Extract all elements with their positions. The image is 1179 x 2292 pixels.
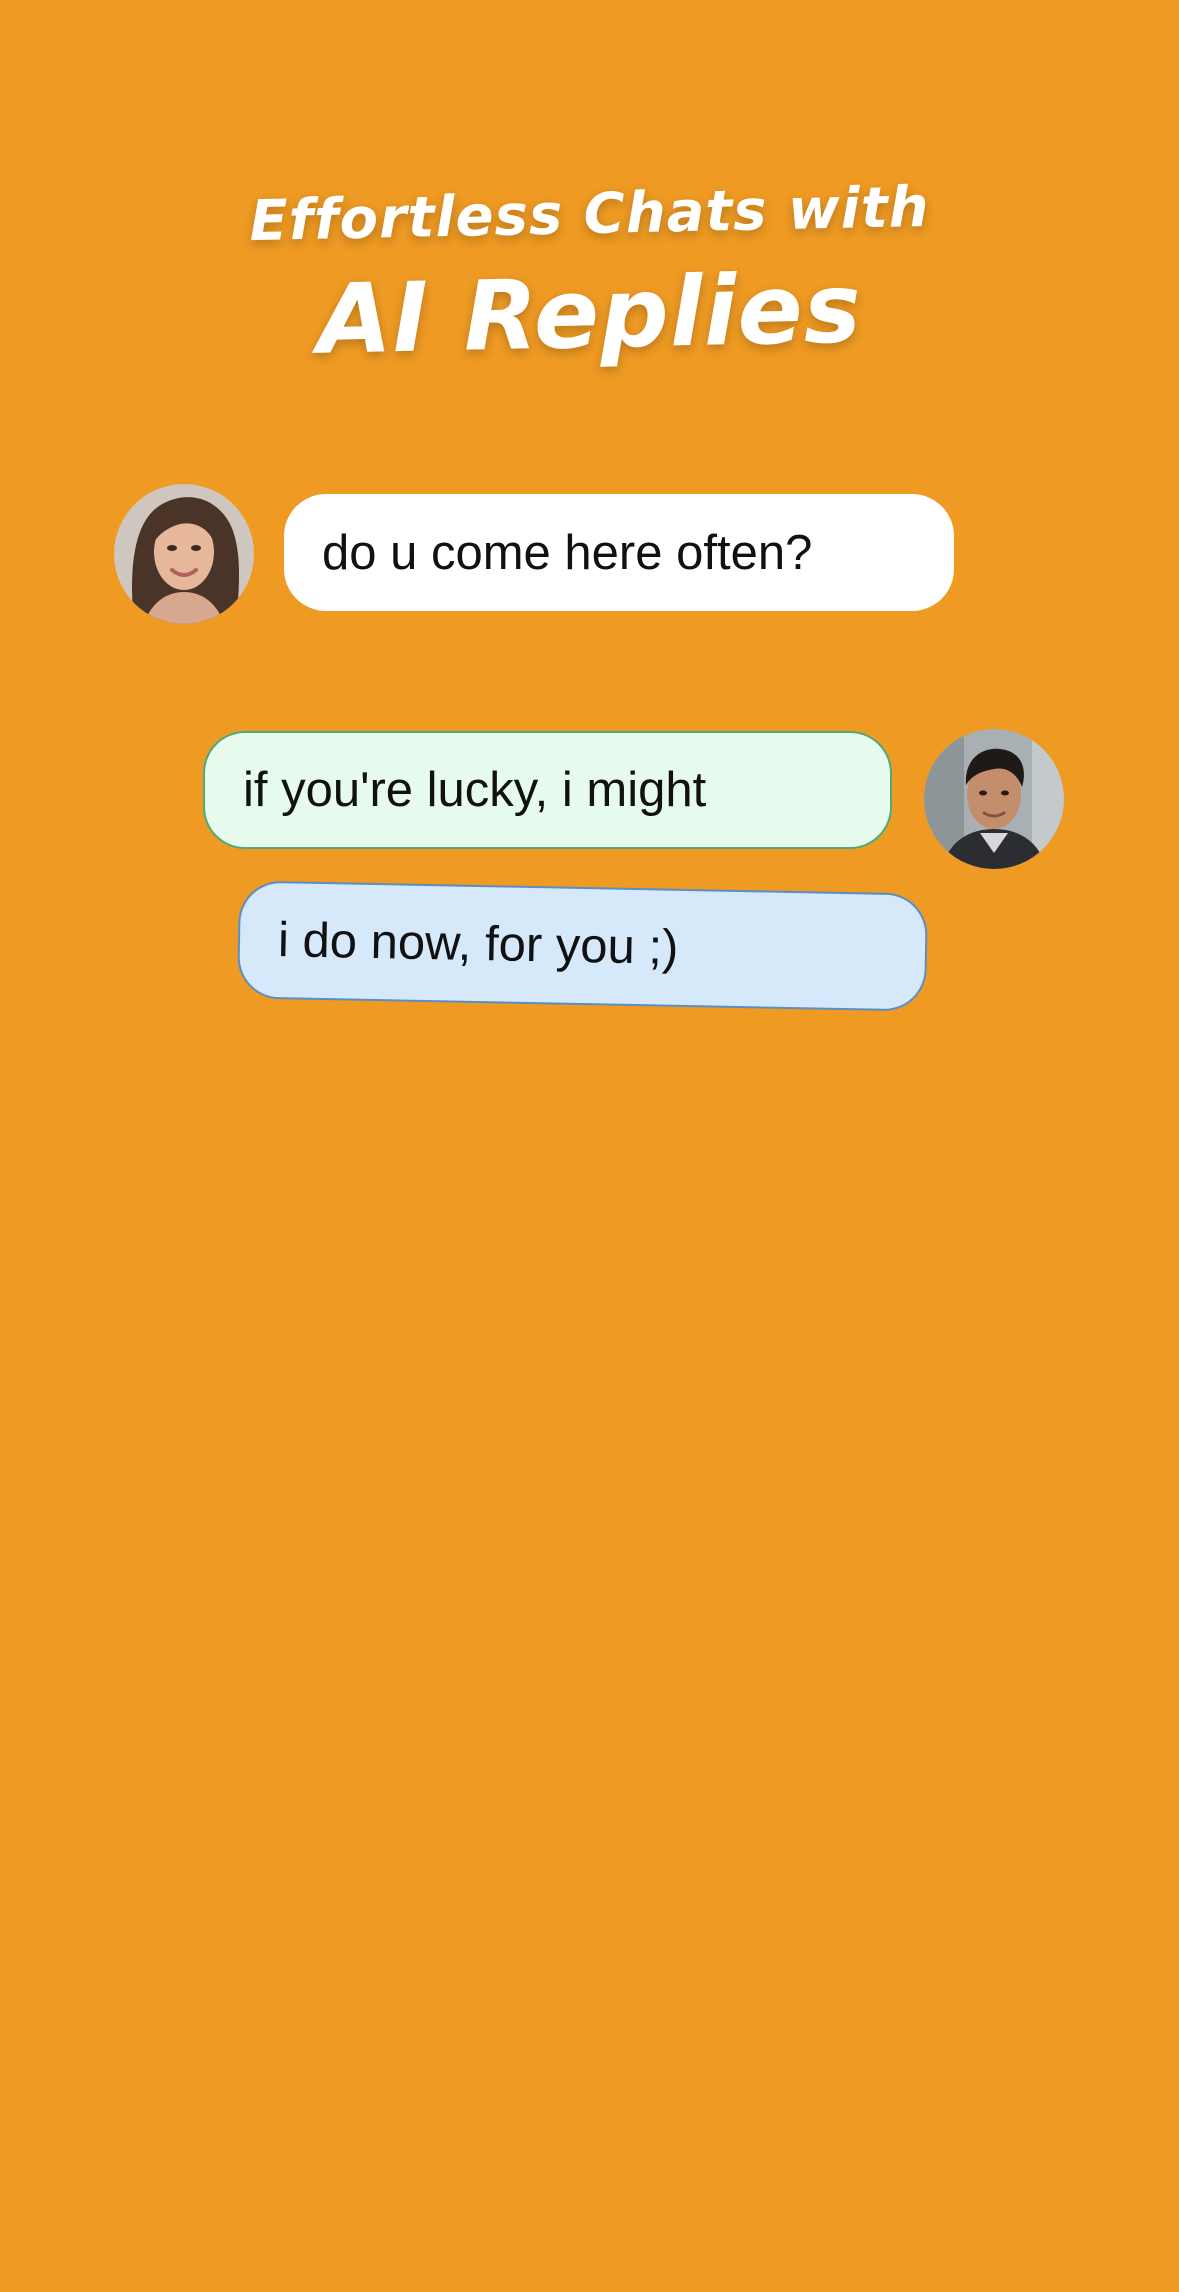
incoming-message-text: do u come here often? (322, 525, 813, 580)
man-avatar-icon (924, 729, 1064, 869)
woman-avatar-icon (114, 484, 254, 624)
app-screen: { "headline": { "line1": "Effortless Cha… (0, 0, 1179, 2292)
man-avatar-image (924, 729, 1064, 869)
suggested-reply-2[interactable]: i do now, for you ;) (236, 880, 929, 1012)
suggested-reply-1[interactable]: if you're lucky, i might (203, 731, 892, 849)
incoming-message-bubble: do u come here often? (284, 494, 954, 611)
woman-avatar-image (114, 484, 254, 624)
suggested-reply-text: i do now, for you ;) (277, 913, 679, 975)
headline-line2: AI Replies (316, 252, 863, 376)
headline-line1: Effortless Chats with (248, 174, 931, 255)
suggested-reply-text: if you're lucky, i might (243, 763, 707, 817)
